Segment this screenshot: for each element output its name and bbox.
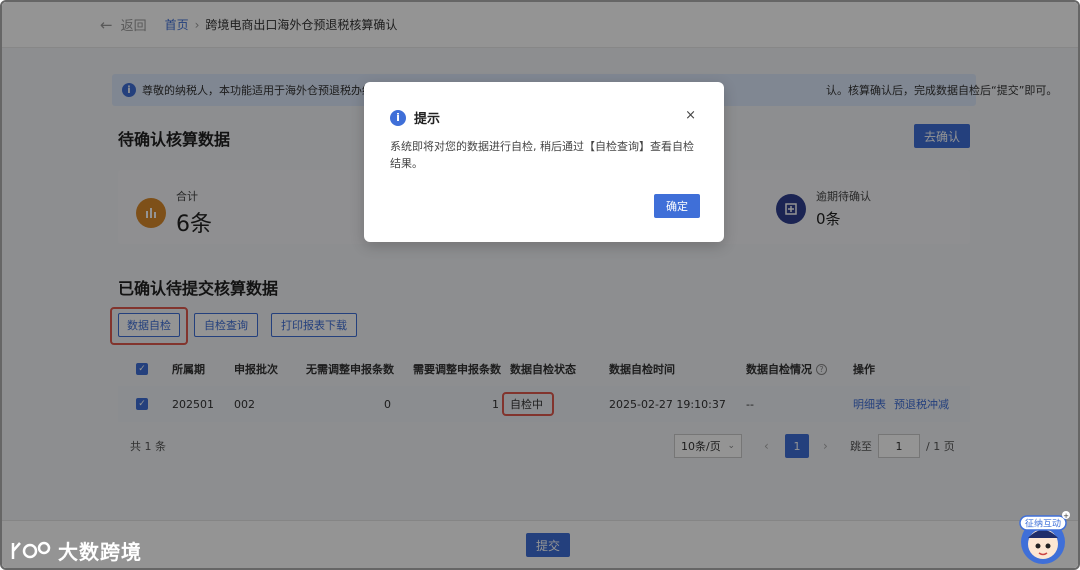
svg-text:+: + xyxy=(1063,512,1069,520)
badge-label: 征纳互动 xyxy=(1025,518,1061,530)
dialog-message: 系统即将对您的数据进行自检, 稍后通过【自检查询】查看自检结果。 xyxy=(390,140,694,170)
brand-watermark: 大数跨境 xyxy=(10,536,142,565)
app-window: ← 返回 首页 › 跨境电商出口海外仓预退税核算确认 i 尊敬的纳税人，本功能适… xyxy=(0,0,1080,570)
close-icon[interactable]: × xyxy=(685,108,696,123)
brand-logo-icon xyxy=(11,541,51,559)
prompt-dialog: i 提示 × 系统即将对您的数据进行自检, 稍后通过【自检查询】查看自检结果。 … xyxy=(364,82,724,242)
dialog-title: 提示 xyxy=(414,112,441,127)
service-mascot-badge[interactable]: 征纳互动 + xyxy=(1016,510,1070,566)
brand-text: 大数跨境 xyxy=(58,540,142,564)
info-icon: i xyxy=(390,109,406,126)
ok-button[interactable]: 确定 xyxy=(654,194,700,218)
